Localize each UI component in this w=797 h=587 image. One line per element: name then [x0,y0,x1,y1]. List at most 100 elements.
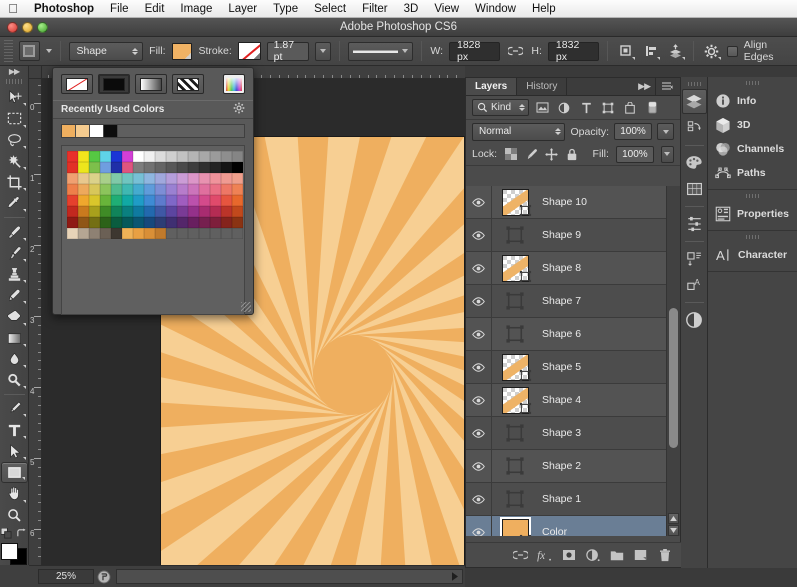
color-swatch[interactable] [232,217,243,228]
color-swatch[interactable] [100,173,111,184]
link-layers-icon[interactable] [513,548,528,563]
color-swatch[interactable] [122,206,133,217]
path-arrangement-icon[interactable] [666,41,686,61]
color-swatch[interactable] [78,217,89,228]
color-swatch[interactable] [188,206,199,217]
layer-visibility-eye-icon[interactable] [466,251,492,285]
color-swatch[interactable] [144,173,155,184]
color-swatch[interactable] [111,184,122,195]
layer-visibility-eye-icon[interactable] [466,317,492,351]
history-dock-icon[interactable] [682,115,707,140]
color-swatch[interactable] [188,217,199,228]
color-swatch[interactable] [100,195,111,206]
filter-shape-icon[interactable] [599,99,617,117]
paragraph-dock-icon[interactable] [682,246,707,271]
menu-item-select[interactable]: Select [306,0,354,18]
filter-pixel-icon[interactable] [533,99,551,117]
layer-thumbnail-wrap[interactable] [492,483,538,516]
layer-thumbnail-wrap[interactable] [492,516,538,536]
color-swatch[interactable] [78,173,89,184]
color-swatch[interactable] [122,162,133,173]
menu-item-photoshop[interactable]: Photoshop [26,0,102,18]
filter-toggle-icon[interactable] [643,99,661,117]
color-swatch[interactable] [155,217,166,228]
color-swatch[interactable] [111,173,122,184]
layer-visibility-eye-icon[interactable] [466,416,492,450]
swatches-dock-icon[interactable] [682,176,707,201]
color-swatch[interactable] [210,195,221,206]
color-swatch[interactable] [155,195,166,206]
zoom-tool[interactable] [1,505,28,526]
color-swatch[interactable] [221,217,232,228]
pen-tool[interactable] [1,398,28,419]
panel-options-gear-icon[interactable] [233,102,245,117]
dock-item-character[interactable]: A Character [708,243,797,267]
path-selection-tool[interactable] [1,441,28,462]
dock-item-3d[interactable]: 3D [708,113,797,137]
layer-visibility-eye-icon[interactable] [466,350,492,384]
menu-item-help[interactable]: Help [524,0,564,18]
color-swatch[interactable] [166,206,177,217]
color-swatch[interactable] [232,184,243,195]
layer-row[interactable]: Shape 6 [466,317,668,351]
tool-preset-picker[interactable] [18,41,40,61]
no-fill-swatch-button[interactable] [61,74,93,94]
color-swatch[interactable] [144,162,155,173]
color-swatch[interactable] [155,228,166,239]
layer-name[interactable]: Shape 9 [538,229,668,241]
layer-row[interactable]: Shape 5 [466,350,668,384]
lock-image-pixels-icon[interactable] [524,145,537,163]
color-swatch[interactable] [133,173,144,184]
scroll-right-arrow[interactable] [449,571,461,582]
color-swatch[interactable] [199,162,210,173]
ruler-corner[interactable] [29,66,42,79]
layer-name[interactable]: Shape 4 [538,394,668,406]
layer-row[interactable]: Shape 3 [466,416,668,450]
opacity-dropdown[interactable] [657,123,674,140]
menu-item-view[interactable]: View [426,0,467,18]
color-swatch[interactable] [144,217,155,228]
layer-row[interactable]: Shape 4 [466,383,668,417]
fill-color-popup-panel[interactable]: Recently Used Colors [52,67,254,315]
type-tool[interactable] [1,419,28,440]
color-swatch[interactable] [78,151,89,162]
solid-color-swatch-button[interactable] [98,74,130,94]
color-swatch[interactable] [100,162,111,173]
color-swatch[interactable] [67,228,78,239]
color-swatch[interactable] [210,184,221,195]
layer-visibility-eye-icon[interactable] [466,186,492,219]
color-swatch[interactable] [100,206,111,217]
foreground-background-colors[interactable] [1,542,27,565]
lock-position-icon[interactable] [545,145,558,163]
pattern-swatch-button[interactable] [172,74,204,94]
color-swatch[interactable] [221,151,232,162]
eraser-tool[interactable] [1,306,28,327]
dodge-tool[interactable] [1,370,28,391]
gradient-swatch-button[interactable] [135,74,167,94]
color-swatch[interactable] [166,184,177,195]
color-swatch[interactable] [78,184,89,195]
color-swatch[interactable] [133,162,144,173]
document-info-icon[interactable] [94,570,114,584]
vector-mask-badge-icon[interactable] [519,402,532,415]
layer-thumbnail-wrap[interactable] [492,351,538,384]
color-swatch[interactable] [89,162,100,173]
menu-item-layer[interactable]: Layer [220,0,265,18]
dock-group-grip[interactable] [746,194,759,198]
tab-history[interactable]: History [517,78,568,95]
mask-dock-icon[interactable] [682,307,707,332]
color-swatch[interactable] [144,195,155,206]
color-swatch[interactable] [188,173,199,184]
new-layer-icon[interactable] [633,548,648,563]
filter-smart-object-icon[interactable] [621,99,639,117]
adjustments-dock-icon[interactable] [682,211,707,236]
filter-kind-select[interactable]: Kind [472,99,530,116]
color-swatch[interactable] [100,228,111,239]
swatch-grid[interactable] [67,151,243,239]
double-arrow-icon[interactable]: ▶▶ [633,78,655,95]
stroke-width-dropdown[interactable] [315,41,332,61]
tool-preset-chevron-down-icon[interactable] [45,49,52,53]
recently-used-colors-row[interactable] [53,119,253,141]
color-swatch[interactable] [144,206,155,217]
color-swatch[interactable] [210,162,221,173]
